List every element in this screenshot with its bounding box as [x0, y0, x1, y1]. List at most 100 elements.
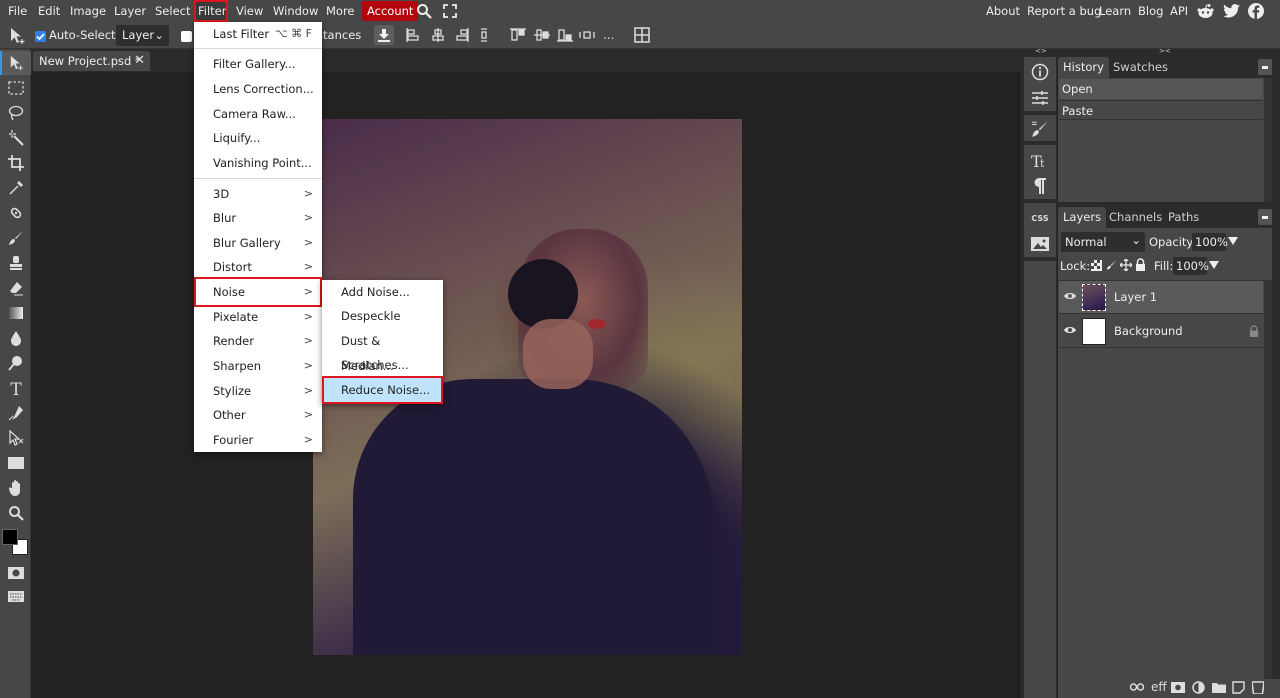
tab-history[interactable]: History	[1058, 57, 1109, 78]
adjustments-icon[interactable]	[1024, 85, 1056, 111]
fill-slider-toggle[interactable]	[1209, 260, 1219, 270]
tab-paths[interactable]: Paths	[1163, 207, 1204, 228]
menu-item-despeckle[interactable]: Despeckle	[322, 304, 443, 328]
document-tab[interactable]: New Project.psd * ✕	[33, 51, 150, 71]
twitter-icon[interactable]	[1223, 4, 1240, 18]
blend-mode-dropdown[interactable]: Normal ⌄	[1061, 232, 1145, 252]
link-api[interactable]: API	[1170, 0, 1188, 22]
fullscreen-icon[interactable]	[443, 4, 457, 18]
more-options[interactable]: ...	[603, 22, 614, 49]
brush-settings-icon[interactable]	[1024, 116, 1056, 142]
blur-tool[interactable]	[0, 326, 31, 350]
link-layers-icon[interactable]	[1130, 683, 1144, 691]
distribute-h-icon[interactable]	[577, 25, 597, 45]
opacity-slider-toggle[interactable]	[1228, 236, 1238, 246]
account-button[interactable]: Account	[362, 1, 419, 21]
link-blog[interactable]: Blog	[1138, 0, 1163, 22]
auto-select-target-dropdown[interactable]: Layer ⌄	[116, 25, 169, 46]
type-tool[interactable]: T	[0, 376, 31, 400]
menu-layer[interactable]: Layer	[110, 0, 150, 22]
trash-icon[interactable]	[1252, 681, 1264, 694]
download-icon[interactable]	[374, 25, 394, 45]
align-right-icon[interactable]	[452, 25, 472, 45]
menu-item-filter-gallery[interactable]: Filter Gallery...	[194, 52, 322, 76]
paragraph-icon[interactable]	[1024, 173, 1056, 199]
rectangle-tool[interactable]	[0, 451, 31, 475]
menu-edit[interactable]: Edit	[34, 0, 64, 22]
menu-item-blur-gallery[interactable]: Blur Gallery >	[194, 231, 322, 255]
search-icon[interactable]	[416, 3, 432, 19]
menu-item-dust-scratches[interactable]: Dust & Scratches...	[322, 329, 443, 372]
info-icon[interactable]	[1024, 59, 1056, 85]
zoom-tool[interactable]	[0, 501, 31, 525]
new-layer-icon[interactable]	[1232, 681, 1245, 694]
auto-select-checkbox[interactable]	[35, 31, 46, 42]
menu-item-vanishing-point[interactable]: Vanishing Point...	[194, 151, 322, 175]
link-about[interactable]: About	[986, 0, 1020, 22]
folder-icon[interactable]	[1212, 682, 1226, 693]
eraser-tool[interactable]	[0, 276, 31, 300]
menu-image[interactable]: Image	[66, 0, 110, 22]
menu-item-reduce-noise[interactable]: Reduce Noise...	[322, 376, 443, 404]
keyboard-button[interactable]	[0, 584, 31, 608]
collapse-icon[interactable]: ><	[1159, 47, 1171, 55]
menu-item-3d[interactable]: 3D >	[194, 182, 322, 206]
menu-item-camera-raw[interactable]: Camera Raw...	[194, 102, 322, 126]
menu-item-blur[interactable]: Blur >	[194, 206, 322, 230]
menu-item-last-filter[interactable]: Last Filter ⌥ ⌘ F	[194, 22, 322, 46]
layer-row-layer-1[interactable]: Layer 1	[1059, 281, 1263, 314]
foreground-color-swatch[interactable]	[2, 529, 18, 545]
lasso-tool[interactable]	[0, 101, 31, 125]
hand-tool[interactable]	[0, 476, 31, 500]
path-select-tool[interactable]	[0, 426, 31, 450]
crop-tool[interactable]	[0, 151, 31, 175]
grid-layout-icon[interactable]	[632, 25, 652, 45]
menu-window[interactable]: Window	[269, 0, 322, 22]
tab-channels[interactable]: Channels	[1104, 207, 1167, 228]
reddit-icon[interactable]	[1197, 3, 1214, 19]
close-icon[interactable]: ✕	[134, 51, 145, 71]
align-bottom-icon[interactable]	[555, 25, 575, 45]
tab-layers[interactable]: Layers	[1058, 207, 1107, 228]
character-icon[interactable]: Tt	[1024, 147, 1056, 173]
menu-item-add-noise[interactable]: Add Noise...	[322, 280, 443, 304]
gradient-tool[interactable]	[0, 301, 31, 325]
menu-more[interactable]: More	[322, 0, 359, 22]
menu-view[interactable]: View	[232, 0, 267, 22]
menu-item-median[interactable]: Median...	[322, 354, 443, 378]
history-entry[interactable]: Open	[1059, 79, 1263, 99]
marquee-tool[interactable]	[0, 76, 31, 100]
history-scrollbar[interactable]	[1264, 78, 1272, 202]
quick-mask-button[interactable]	[0, 561, 31, 585]
menu-item-stylize[interactable]: Stylize >	[194, 379, 322, 403]
eye-icon[interactable]	[1064, 325, 1076, 335]
color-swatches[interactable]	[2, 529, 30, 557]
healing-tool[interactable]	[0, 201, 31, 225]
panel-menu-button[interactable]	[1258, 209, 1272, 225]
image-icon[interactable]	[1024, 231, 1056, 257]
menu-select[interactable]: Select	[151, 0, 194, 22]
lock-pixels-icon[interactable]	[1106, 259, 1117, 271]
fill-input[interactable]: 100%	[1173, 257, 1209, 275]
menu-file[interactable]: File	[4, 0, 31, 22]
eye-icon[interactable]	[1064, 291, 1076, 301]
css-icon[interactable]: CSS	[1024, 205, 1056, 231]
facebook-icon[interactable]	[1248, 3, 1264, 19]
menu-filter[interactable]: Filter	[194, 0, 228, 22]
history-entry[interactable]: Paste	[1059, 100, 1263, 120]
transform-controls-checkbox[interactable]	[181, 31, 192, 42]
menu-item-render[interactable]: Render >	[194, 329, 322, 353]
pen-tool[interactable]	[0, 401, 31, 425]
tab-swatches[interactable]: Swatches	[1108, 57, 1173, 78]
layer-mask-icon[interactable]	[1171, 682, 1185, 693]
layer-row-background[interactable]: Background	[1059, 315, 1263, 348]
menu-item-noise[interactable]: Noise >	[194, 277, 322, 307]
panel-menu-button[interactable]	[1258, 59, 1272, 75]
eyedropper-tool[interactable]	[0, 176, 31, 200]
adjustment-layer-icon[interactable]	[1192, 681, 1205, 694]
move-tool[interactable]	[0, 51, 31, 75]
lock-position-icon[interactable]	[1120, 259, 1132, 271]
align-middle-v-icon[interactable]	[532, 25, 552, 45]
menu-item-other[interactable]: Other >	[194, 403, 322, 427]
layers-scrollbar[interactable]	[1264, 281, 1272, 679]
